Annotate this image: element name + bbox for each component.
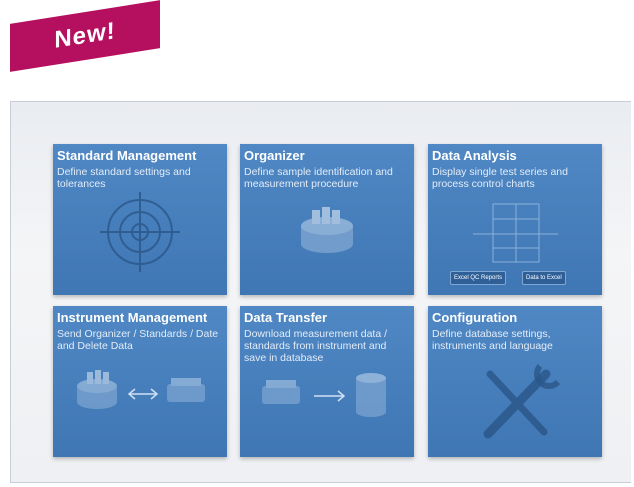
tile-instrument-management[interactable]: Instrument Management Send Organizer / S…: [53, 306, 227, 457]
tile-configuration[interactable]: Configuration Define database settings, …: [428, 306, 602, 457]
new-badge-label: New!: [54, 17, 116, 54]
tile-description: Define sample identification and measure…: [244, 166, 393, 190]
app-window: Standard Management Define standard sett…: [10, 101, 631, 483]
data-to-excel-button[interactable]: Data to Excel: [522, 271, 566, 285]
tile-organizer[interactable]: Organizer Define sample identification a…: [240, 144, 414, 295]
tile-description: Define standard settings and tolerances: [57, 166, 191, 190]
excel-qc-reports-button[interactable]: Excel QC Reports: [450, 271, 507, 285]
tile-description: Display single test series and process c…: [432, 166, 568, 190]
tile-description: Download measurement data / standards fr…: [244, 328, 387, 364]
tile-data-analysis[interactable]: Data Analysis Display single test series…: [428, 144, 602, 295]
tile-description: Define database settings, instruments an…: [432, 328, 553, 352]
tile-description: Send Organizer / Standards / Date and De…: [57, 328, 219, 352]
new-badge: New!: [10, 0, 160, 72]
tile-data-transfer[interactable]: Data Transfer Download measurement data …: [240, 306, 414, 457]
tile-standard-management[interactable]: Standard Management Define standard sett…: [53, 144, 227, 295]
